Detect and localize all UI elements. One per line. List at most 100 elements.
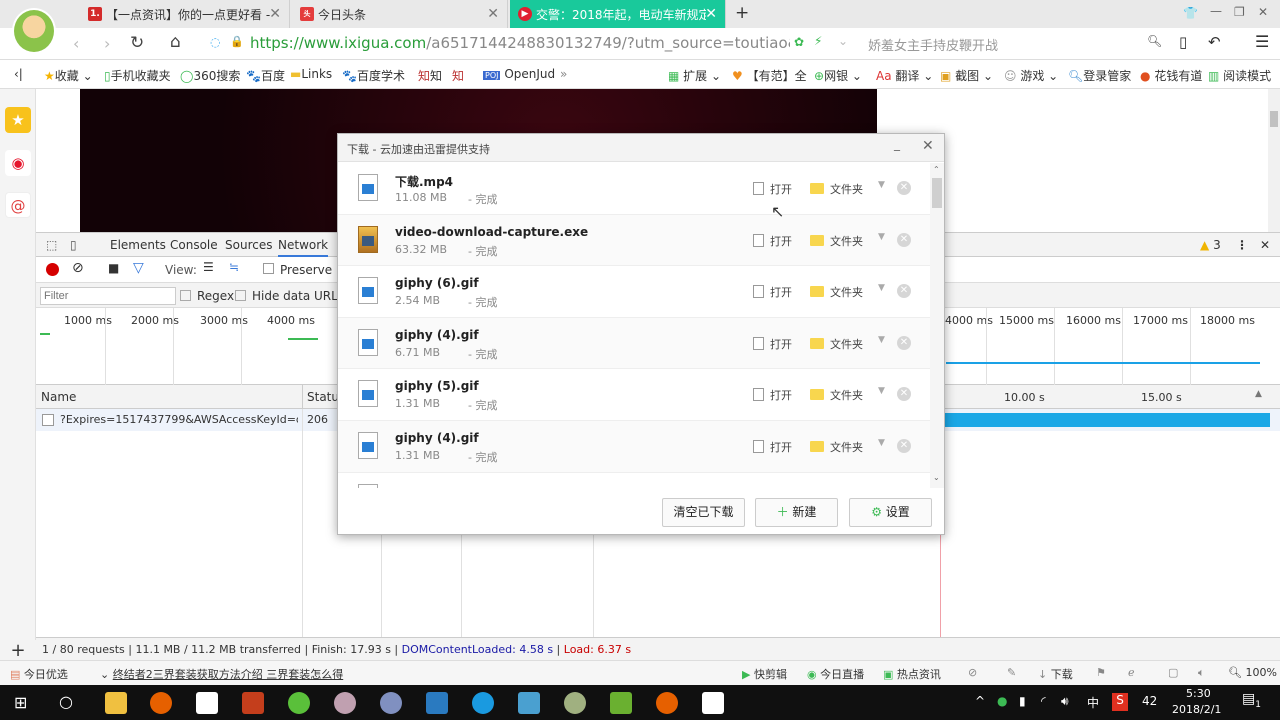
open-button[interactable]: 打开	[753, 284, 792, 300]
regex-checkbox[interactable]	[180, 290, 191, 301]
ext-login[interactable]: 🔍︎登录管家	[1068, 67, 1131, 84]
reload-button[interactable]: ↻	[130, 33, 144, 53]
dropdown-icon[interactable]: ⌄	[838, 34, 848, 48]
qq-browser-icon[interactable]	[472, 692, 494, 714]
flag-icon[interactable]: ⚑	[1096, 666, 1106, 679]
sidebar-toggle[interactable]: ‹|	[14, 67, 23, 81]
delete-icon[interactable]: ✕	[897, 232, 911, 247]
download-item[interactable]: giphy (5).gif 1.31 MB - 完成 打开 文件夹 ▼ ✕	[338, 369, 930, 421]
bookmark-zhihu-2[interactable]: 知	[452, 67, 464, 84]
window-icon[interactable]: ▢	[1168, 666, 1178, 679]
menu-icon[interactable]: ☰	[1255, 32, 1269, 51]
restore-button[interactable]: ❐	[1234, 5, 1245, 19]
sort-ascending-icon[interactable]: ▲	[1255, 389, 1262, 399]
volume-icon[interactable]: 🔊︎	[1061, 694, 1069, 709]
open-button[interactable]: 打开	[753, 233, 792, 249]
open-folder-button[interactable]: 文件夹	[810, 233, 863, 249]
sogou-icon[interactable]: S	[1112, 693, 1128, 711]
app-icon[interactable]	[334, 692, 356, 714]
phone-icon[interactable]: ▯	[1179, 33, 1187, 51]
quick-edit[interactable]: ▶ 快剪辑	[742, 666, 787, 682]
inspect-icon[interactable]: ⬚	[46, 238, 57, 252]
explorer-icon[interactable]	[105, 692, 127, 714]
device-icon[interactable]: ▯	[70, 238, 77, 252]
column-name[interactable]: Name	[41, 390, 76, 404]
tab-ixigua[interactable]: ▶ 交警：2018年起，电动车新规定 ✕	[510, 0, 726, 28]
search-icon[interactable]: ○	[59, 692, 73, 711]
store-icon[interactable]	[196, 692, 218, 714]
powerpoint-icon[interactable]	[242, 692, 264, 714]
speed-icon[interactable]: ⊘	[968, 666, 977, 679]
hot-news[interactable]: ▣ 热点资讯	[883, 666, 941, 682]
chevron-down-icon[interactable]: ▼	[878, 180, 885, 190]
open-button[interactable]: 打开	[753, 439, 792, 455]
more-icon[interactable]: ⋮	[1236, 238, 1248, 252]
chevron-down-icon[interactable]: ▼	[878, 386, 885, 396]
list-view-icon[interactable]: ☰	[203, 260, 214, 274]
close-devtools-icon[interactable]: ✕	[1260, 238, 1270, 252]
ext-youfan[interactable]: ♥ 【有范】全	[732, 67, 807, 84]
open-button[interactable]: 打开	[753, 387, 792, 403]
hide-data-urls-checkbox[interactable]	[235, 290, 246, 301]
battery-indicator[interactable]: 42	[1142, 694, 1157, 708]
tab-sources[interactable]: Sources	[225, 238, 272, 252]
paint-icon[interactable]	[380, 692, 402, 714]
ext-screenshot[interactable]: ▣ 截图 ⌄	[940, 67, 993, 84]
ext-bank[interactable]: ⊕网银 ⌄	[814, 67, 862, 84]
download-item[interactable]: giphy (4).gif 6.71 MB - 完成 打开 文件夹 ▼ ✕	[338, 317, 930, 370]
bookmark-baidu-xueshu[interactable]: 🐾百度学术	[342, 67, 405, 84]
tab-elements[interactable]: Elements	[110, 238, 166, 252]
warnings-badge[interactable]: ▲ 3	[1200, 238, 1221, 252]
clean-icon[interactable]: ✎	[1007, 666, 1016, 679]
camtasia-recorder-icon[interactable]	[702, 692, 724, 714]
mail-icon[interactable]: @	[5, 192, 31, 218]
open-folder-button[interactable]: 文件夹	[810, 284, 863, 300]
360-browser-icon[interactable]	[288, 692, 310, 714]
bookmark-links[interactable]: ▬Links	[290, 67, 332, 81]
clear-icon[interactable]: ⊘	[72, 260, 84, 276]
camtasia-icon[interactable]	[610, 692, 632, 714]
bookmark-favorites[interactable]: ★收藏 ⌄	[44, 67, 93, 84]
delete-icon[interactable]: ✕	[897, 387, 911, 402]
firefox-icon[interactable]	[656, 692, 678, 714]
page-scrollbar[interactable]	[1268, 89, 1280, 232]
clock-time[interactable]: 5:30	[1186, 687, 1211, 700]
download-item-partial[interactable]	[338, 473, 930, 488]
open-button[interactable]: 打开	[753, 181, 792, 197]
bookmark-360[interactable]: ◯360搜索	[180, 67, 240, 84]
new-download-button[interactable]: ＋ 新建	[755, 498, 838, 527]
close-icon[interactable]: ✕	[487, 6, 499, 22]
download-item[interactable]: giphy (4).gif 1.31 MB - 完成 打开 文件夹 ▼ ✕	[338, 420, 930, 473]
close-button[interactable]: ✕	[922, 138, 934, 154]
ext-extensions[interactable]: ▦ 扩展 ⌄	[668, 67, 721, 84]
waterfall-view-icon[interactable]: ≒	[229, 260, 239, 274]
bookmark-openjudge[interactable]: POJ OpenJud	[483, 67, 555, 81]
bookmark-baidu[interactable]: 🐾百度	[246, 67, 285, 84]
ie-icon[interactable]: ℯ	[1128, 666, 1135, 679]
today-picks[interactable]: ▤ 今日优选	[10, 666, 68, 682]
tab-network[interactable]: Network	[278, 238, 329, 257]
ext-games[interactable]: ☺ 游戏 ⌄	[1004, 67, 1058, 84]
filter-icon[interactable]: ▽	[133, 260, 144, 276]
close-icon[interactable]: ✕	[269, 6, 281, 22]
app-icon[interactable]	[564, 692, 586, 714]
open-folder-button[interactable]: 文件夹	[810, 336, 863, 352]
delete-icon[interactable]: ✕	[897, 284, 911, 299]
tray-360-icon[interactable]: ●	[997, 694, 1007, 708]
weibo-icon[interactable]: ◉	[5, 150, 31, 176]
home-button[interactable]: ⌂	[170, 32, 181, 52]
delete-icon[interactable]: ✕	[897, 181, 911, 195]
minimize-button[interactable]: —	[1210, 4, 1222, 18]
new-tab-button[interactable]: +	[735, 3, 749, 23]
app-icon[interactable]	[518, 692, 540, 714]
undo-icon[interactable]: ↶	[1208, 33, 1221, 51]
chevron-down-icon[interactable]: ▼	[878, 232, 885, 242]
avatar[interactable]	[12, 8, 56, 54]
tab-toutiao[interactable]: 头今日头条 ✕	[292, 0, 508, 28]
news-link[interactable]: ⌄ 终结者2三界套装获取方法介绍 三界套装怎么得	[100, 666, 343, 682]
open-button[interactable]: 打开	[753, 336, 792, 352]
open-folder-button[interactable]: 文件夹	[810, 181, 863, 197]
tray-expand-icon[interactable]: ^	[975, 694, 985, 708]
star-icon[interactable]: ★	[5, 107, 31, 133]
tab-yidian[interactable]: 1. 【一点资讯】你的一点更好看 - ✕	[80, 0, 290, 28]
